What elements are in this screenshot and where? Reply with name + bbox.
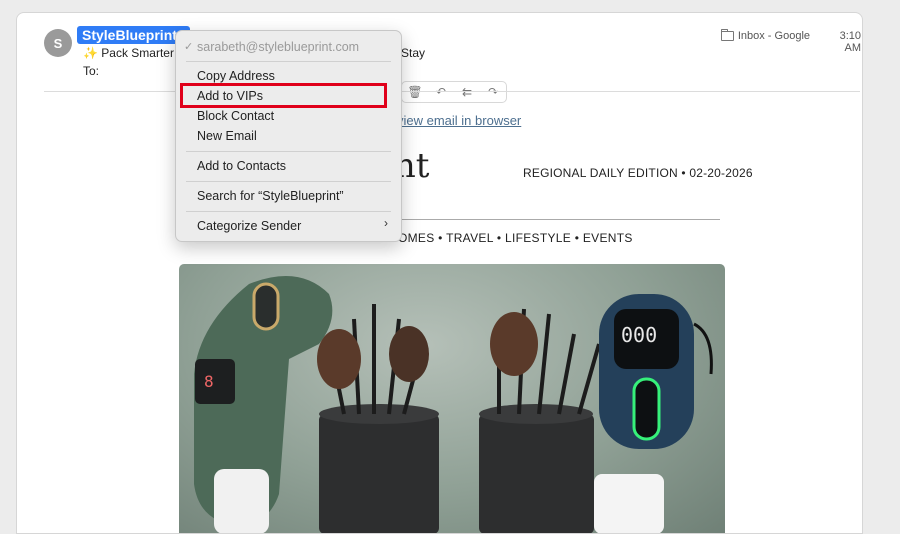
menu-separator (186, 151, 391, 152)
mailbox-name: Inbox - Google (737, 30, 810, 42)
header-divider (44, 91, 860, 92)
checkmark-icon: ✓ (184, 41, 194, 53)
menu-item-block-contact[interactable]: Block Contact (197, 107, 274, 125)
avatar[interactable]: S (44, 29, 72, 57)
sender-name: StyleBlueprint (82, 27, 177, 43)
view-in-browser-link[interactable]: view email in browser (397, 113, 521, 128)
message-time: 3:10 AM (839, 30, 861, 54)
menu-separator (186, 211, 391, 212)
subject: ✨ Pack Smarter! (83, 46, 178, 60)
menu-item-add-to-vips[interactable]: Add to VIPs (197, 87, 263, 105)
to-label: To: (83, 64, 100, 78)
menu-item-search-for-sender[interactable]: Search for “StyleBlueprint” (197, 187, 344, 205)
reply-icon[interactable]: ↶ (432, 85, 450, 99)
hero-products-illustration: 8 000 (194, 276, 713, 533)
menu-separator (186, 181, 391, 182)
menu-item-new-email[interactable]: New Email (197, 127, 257, 145)
reply-all-icon[interactable]: ⇇ (458, 85, 476, 99)
subject-tail: Stay (401, 46, 426, 60)
svg-text:8: 8 (204, 372, 214, 391)
menu-separator (186, 61, 391, 62)
menu-item-copy-address[interactable]: Copy Address (197, 67, 275, 85)
mailbox-label: Inbox - Google (720, 29, 810, 42)
trash-icon[interactable]: 🗑 (406, 85, 424, 99)
menu-item-sender-email: sarabeth@styleblueprint.com (197, 40, 360, 54)
edition-label: REGIONAL DAILY EDITION • 02-20-2026 (523, 166, 753, 180)
sender-context-menu: ✓ sarabeth@styleblueprint.com Copy Addre… (175, 30, 402, 242)
chevron-right-icon: › (384, 216, 388, 230)
newsletter-nav[interactable]: OMES • TRAVEL • LIFESTYLE • EVENTS (398, 231, 633, 245)
menu-item-add-to-contacts[interactable]: Add to Contacts (197, 157, 286, 175)
mail-window: S StyleBlueprint ▾ ✨ Pack Smarter! Stay … (16, 12, 863, 534)
menu-item-categorize-sender[interactable]: Categorize Sender (197, 217, 301, 235)
folder-icon (720, 29, 734, 41)
sender-name-button[interactable]: StyleBlueprint ▾ (77, 26, 191, 44)
forward-icon[interactable]: ↷ (484, 85, 502, 99)
svg-text:000: 000 (621, 323, 657, 347)
message-actions-toolbar: 🗑 ↶ ⇇ ↷ (401, 81, 507, 103)
hero-image[interactable]: 8 000 (179, 264, 725, 533)
